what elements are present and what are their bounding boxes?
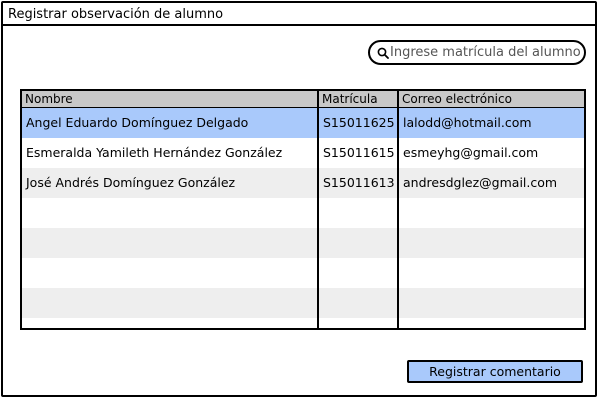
table-row[interactable]: José Andrés Domínguez González S15011613… xyxy=(22,168,584,198)
table-header: Nombre Matrícula Correo electrónico xyxy=(22,91,584,108)
table-row-empty[interactable] xyxy=(22,258,584,288)
register-comment-button[interactable]: Registrar comentario xyxy=(407,360,583,383)
cell-nombre: José Andrés Domínguez González xyxy=(26,175,236,190)
cell-correo: esmeyhg@gmail.com xyxy=(403,145,539,160)
column-header-correo[interactable]: Correo electrónico xyxy=(399,91,584,107)
student-id-search-input[interactable] xyxy=(390,44,580,61)
table-row-empty[interactable] xyxy=(22,228,584,258)
cell-nombre: Esmeralda Yamileth Hernández González xyxy=(26,145,283,160)
table-row[interactable]: Esmeralda Yamileth Hernández González S1… xyxy=(22,138,584,168)
table-row-empty[interactable] xyxy=(22,318,584,328)
cell-matricula: S15011615 xyxy=(323,145,395,160)
column-header-matricula[interactable]: Matrícula xyxy=(319,91,397,107)
students-table: Nombre Matrícula Correo electrónico Ange… xyxy=(20,89,586,330)
window-titlebar: Registrar observación de alumno xyxy=(3,3,595,26)
table-row-selected[interactable]: Angel Eduardo Domínguez Delgado S1501162… xyxy=(22,108,584,138)
search-icon xyxy=(377,47,389,59)
cell-nombre: Angel Eduardo Domínguez Delgado xyxy=(26,115,249,130)
window-title: Registrar observación de alumno xyxy=(8,7,224,22)
column-divider xyxy=(317,91,319,328)
column-header-nombre[interactable]: Nombre xyxy=(22,91,317,107)
cell-matricula: S15011625 xyxy=(323,115,395,130)
table-row-empty[interactable] xyxy=(22,288,584,318)
cell-correo: lalodd@hotmail.com xyxy=(403,115,532,130)
registrar-observacion-window: Registrar observación de alumno Nombre M… xyxy=(1,1,597,397)
cell-matricula: S15011613 xyxy=(323,175,395,190)
cell-correo: andresdglez@gmail.com xyxy=(403,175,558,190)
table-row-empty[interactable] xyxy=(22,198,584,228)
column-divider xyxy=(397,91,399,328)
search-box[interactable] xyxy=(368,40,586,65)
